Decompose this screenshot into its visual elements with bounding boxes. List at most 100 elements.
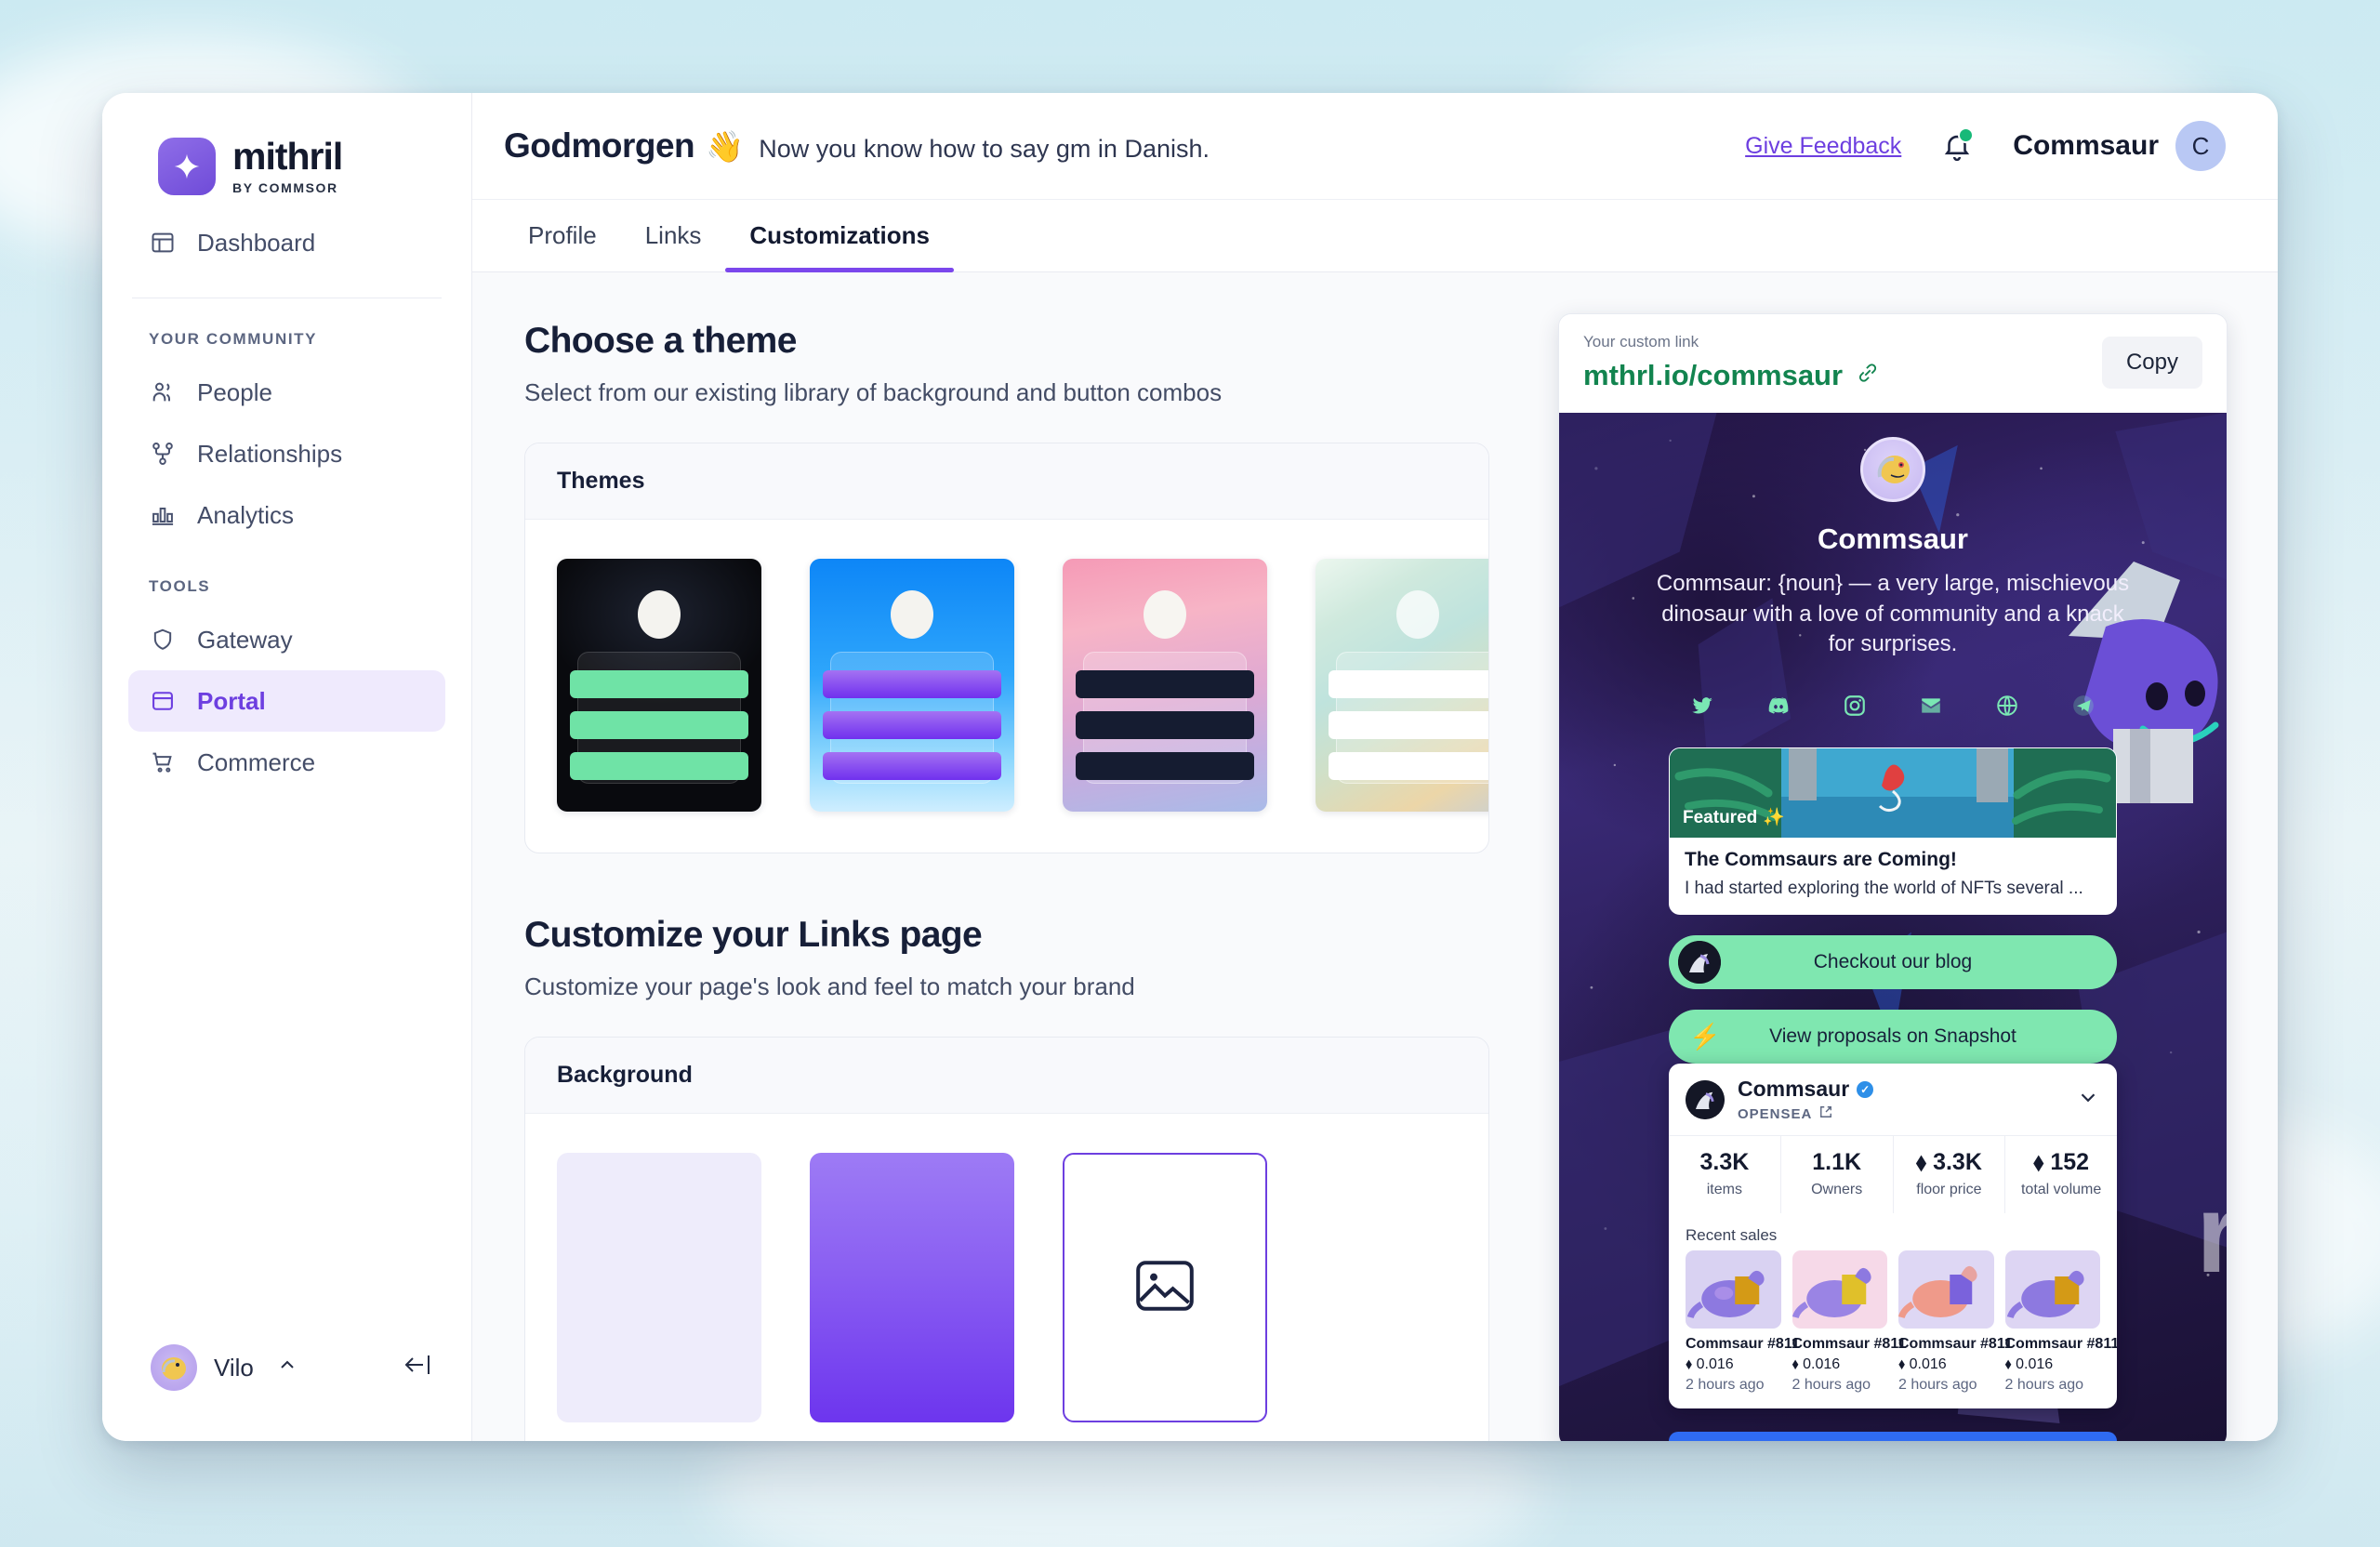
nft-stat-value: ⬧ 3.3K xyxy=(1915,1149,1982,1175)
preview-next-card xyxy=(1669,1432,2117,1441)
sale-thumbnail xyxy=(2004,1250,2100,1329)
nft-stat-label: items xyxy=(1706,1182,1742,1197)
theme-card-pastel-white[interactable] xyxy=(1316,559,1488,812)
preview-social-links xyxy=(1559,692,2227,720)
choose-theme-title: Choose a theme xyxy=(524,321,797,361)
nft-stat: ⬧ 152 total volume xyxy=(2005,1136,2117,1213)
nft-stat: 1.1K Owners xyxy=(1781,1136,1894,1213)
preview-link-button-snapshot[interactable]: ⚡ View proposals on Snapshot xyxy=(1669,1010,2117,1064)
email-icon[interactable] xyxy=(1917,692,1945,720)
themes-panel-title: Themes xyxy=(525,443,1488,520)
chevron-down-icon[interactable] xyxy=(2076,1085,2100,1115)
custom-link-url[interactable]: mthrl.io/commsaur xyxy=(1583,359,1880,392)
tab-bar: Profile Links Customizations xyxy=(472,200,2278,272)
sidebar-item-dashboard[interactable]: Dashboard xyxy=(128,212,445,273)
nft-collection-logo xyxy=(1686,1079,1725,1119)
flat-colour-swatch xyxy=(557,1153,761,1422)
user-name: Commsaur xyxy=(2013,130,2159,161)
top-bar: Godmorgen 👋 Now you know how to say gm i… xyxy=(472,93,2278,200)
nft-stat-value: ⬧ 152 xyxy=(2033,1149,2090,1175)
eth-icon: ⬧ xyxy=(2033,1149,2044,1175)
telegram-icon[interactable] xyxy=(2069,692,2097,720)
discord-icon[interactable] xyxy=(1765,692,1792,720)
gradient-swatch xyxy=(810,1153,1014,1422)
nft-stat-value: 1.1K xyxy=(1812,1149,1862,1175)
bar-chart-icon xyxy=(149,501,177,529)
copy-button[interactable]: Copy xyxy=(2101,337,2202,389)
give-feedback-link[interactable]: Give Feedback xyxy=(1745,133,1901,160)
layout-icon xyxy=(149,229,177,257)
image-swatch xyxy=(1063,1153,1267,1422)
sparkle-icon xyxy=(158,138,216,195)
external-link-icon[interactable] xyxy=(1819,1105,1832,1122)
recent-sales-label: Recent sales xyxy=(1686,1226,1778,1244)
eth-icon: ⬧ xyxy=(1792,1356,1799,1372)
shield-icon xyxy=(149,626,177,654)
sale-name: Commsaur #811 xyxy=(1792,1336,1907,1352)
nft-collection-card: Commsaur ✓ OPENSEA 3.3K items 1.1K Owner… xyxy=(1669,1064,2117,1408)
custom-link-bar: Your custom link mthrl.io/commsaur Copy xyxy=(1559,314,2227,413)
tab-links[interactable]: Links xyxy=(621,200,726,271)
preview-button-label: View proposals on Snapshot xyxy=(1769,1025,2016,1047)
themes-list xyxy=(525,520,1488,853)
sidebar-footer[interactable]: Vilo xyxy=(102,1344,471,1441)
tab-profile[interactable]: Profile xyxy=(504,200,621,271)
featured-card[interactable]: Featured ✨ The Commsaurs are Coming! I ha… xyxy=(1669,747,2117,915)
nft-stats: 3.3K items 1.1K Owners ⬧ 3.3K floor pric… xyxy=(1669,1135,2117,1213)
instagram-icon[interactable] xyxy=(1841,692,1869,720)
themes-panel: Themes xyxy=(524,443,1489,853)
custom-link-label: Your custom link xyxy=(1583,333,1699,350)
globe-icon[interactable] xyxy=(1993,692,2021,720)
sale-name: Commsaur #811 xyxy=(1898,1336,2013,1352)
sidebar-item-people[interactable]: People xyxy=(128,362,445,423)
sidebar-nav: Dashboard xyxy=(102,195,471,273)
nft-card-header: Commsaur ✓ OPENSEA xyxy=(1669,1064,2117,1135)
sidebar-item-relationships[interactable]: Relationships xyxy=(128,423,445,484)
sidebar-group-title: YOUR COMMUNITY xyxy=(149,330,318,348)
sidebar-item-commerce[interactable]: Commerce xyxy=(128,732,445,793)
theme-card-pink-navy[interactable] xyxy=(1063,559,1267,812)
bell-icon[interactable] xyxy=(1938,127,1976,165)
eth-icon: ⬧ xyxy=(1915,1149,1927,1175)
sale-item[interactable]: Commsaur #811 ⬧ 0.016 2 hours ago xyxy=(2004,1250,2117,1394)
eth-icon: ⬧ xyxy=(1898,1356,1906,1372)
theme-card-dark-green[interactable] xyxy=(557,559,761,812)
theme-card-blue-purple[interactable] xyxy=(810,559,1014,812)
sidebar-group-tools: Gateway Portal Commerce xyxy=(102,609,471,793)
sale-item[interactable]: Commsaur #811 ⬧ 0.016 2 hours ago xyxy=(1686,1250,1800,1394)
top-bar-actions: Give Feedback Commsaur C xyxy=(1745,121,2226,171)
nft-stat: 3.3K items xyxy=(1669,1136,1781,1213)
customize-links-title: Customize your Links page xyxy=(524,915,983,955)
sidebar-item-portal[interactable]: Portal xyxy=(128,670,445,732)
nft-source: OPENSEA xyxy=(1738,1105,1873,1122)
featured-description: I had started exploring the world of NFT… xyxy=(1685,879,2083,898)
sale-price: ⬧ 0.016 xyxy=(1898,1356,1947,1372)
sale-price: ⬧ 0.016 xyxy=(1686,1356,1734,1372)
sale-thumbnail xyxy=(1898,1250,1994,1329)
collapse-left-icon[interactable] xyxy=(403,1352,432,1384)
brand-name: mithril xyxy=(232,135,343,178)
background-option-image[interactable]: Image xyxy=(1063,1153,1267,1441)
cart-icon xyxy=(149,748,177,776)
brand-logo[interactable]: mithril BY COMMSOR xyxy=(102,93,471,195)
links-page-preview: Your custom link mthrl.io/commsaur Copy xyxy=(1558,313,2228,1441)
chevron-up-icon[interactable] xyxy=(276,1354,298,1382)
sale-thumbnail xyxy=(1686,1250,1781,1329)
greeting-subtitle: Now you know how to say gm in Danish. xyxy=(759,135,1210,163)
background-option-flat-colour[interactable]: Flat colour xyxy=(557,1153,761,1441)
user-menu[interactable]: Commsaur C xyxy=(2013,121,2226,171)
sidebar: mithril BY COMMSOR Dashboard YOUR COMMUN… xyxy=(102,93,472,1441)
avatar: C xyxy=(2175,121,2226,171)
sale-item[interactable]: Commsaur #811 ⬧ 0.016 2 hours ago xyxy=(1898,1250,2013,1394)
sidebar-item-analytics[interactable]: Analytics xyxy=(128,484,445,546)
preview-link-button-blog[interactable]: Checkout our blog xyxy=(1669,935,2117,989)
twitter-icon[interactable] xyxy=(1688,692,1716,720)
bolt-icon: ⚡ xyxy=(1689,1023,1721,1051)
background-option-gradient[interactable]: Gradient xyxy=(810,1153,1014,1441)
sale-item[interactable]: Commsaur #811 ⬧ 0.016 2 hours ago xyxy=(1792,1250,1907,1394)
sale-time: 2 hours ago xyxy=(2004,1377,2084,1393)
sidebar-item-label: People xyxy=(197,377,272,406)
sidebar-item-label: Gateway xyxy=(197,625,293,654)
tab-customizations[interactable]: Customizations xyxy=(725,200,954,272)
sidebar-item-gateway[interactable]: Gateway xyxy=(128,609,445,670)
